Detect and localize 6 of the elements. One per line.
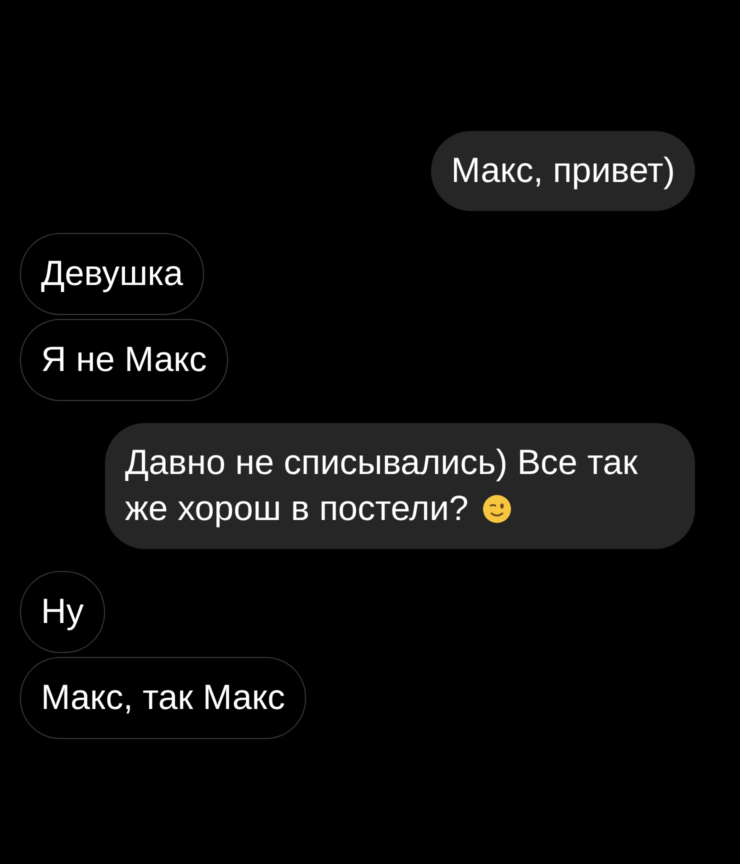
message-bubble: Макс, привет) xyxy=(431,131,695,211)
message-bubble: Девушка xyxy=(20,233,204,315)
message-bubble: Ну xyxy=(20,571,105,653)
message-bubble: Давно не списывались) Все так же хорош в постели? xyxy=(105,423,695,549)
message-bubble: Я не Макс xyxy=(20,319,228,401)
message-bubble: Макс, так Макс xyxy=(20,657,306,739)
